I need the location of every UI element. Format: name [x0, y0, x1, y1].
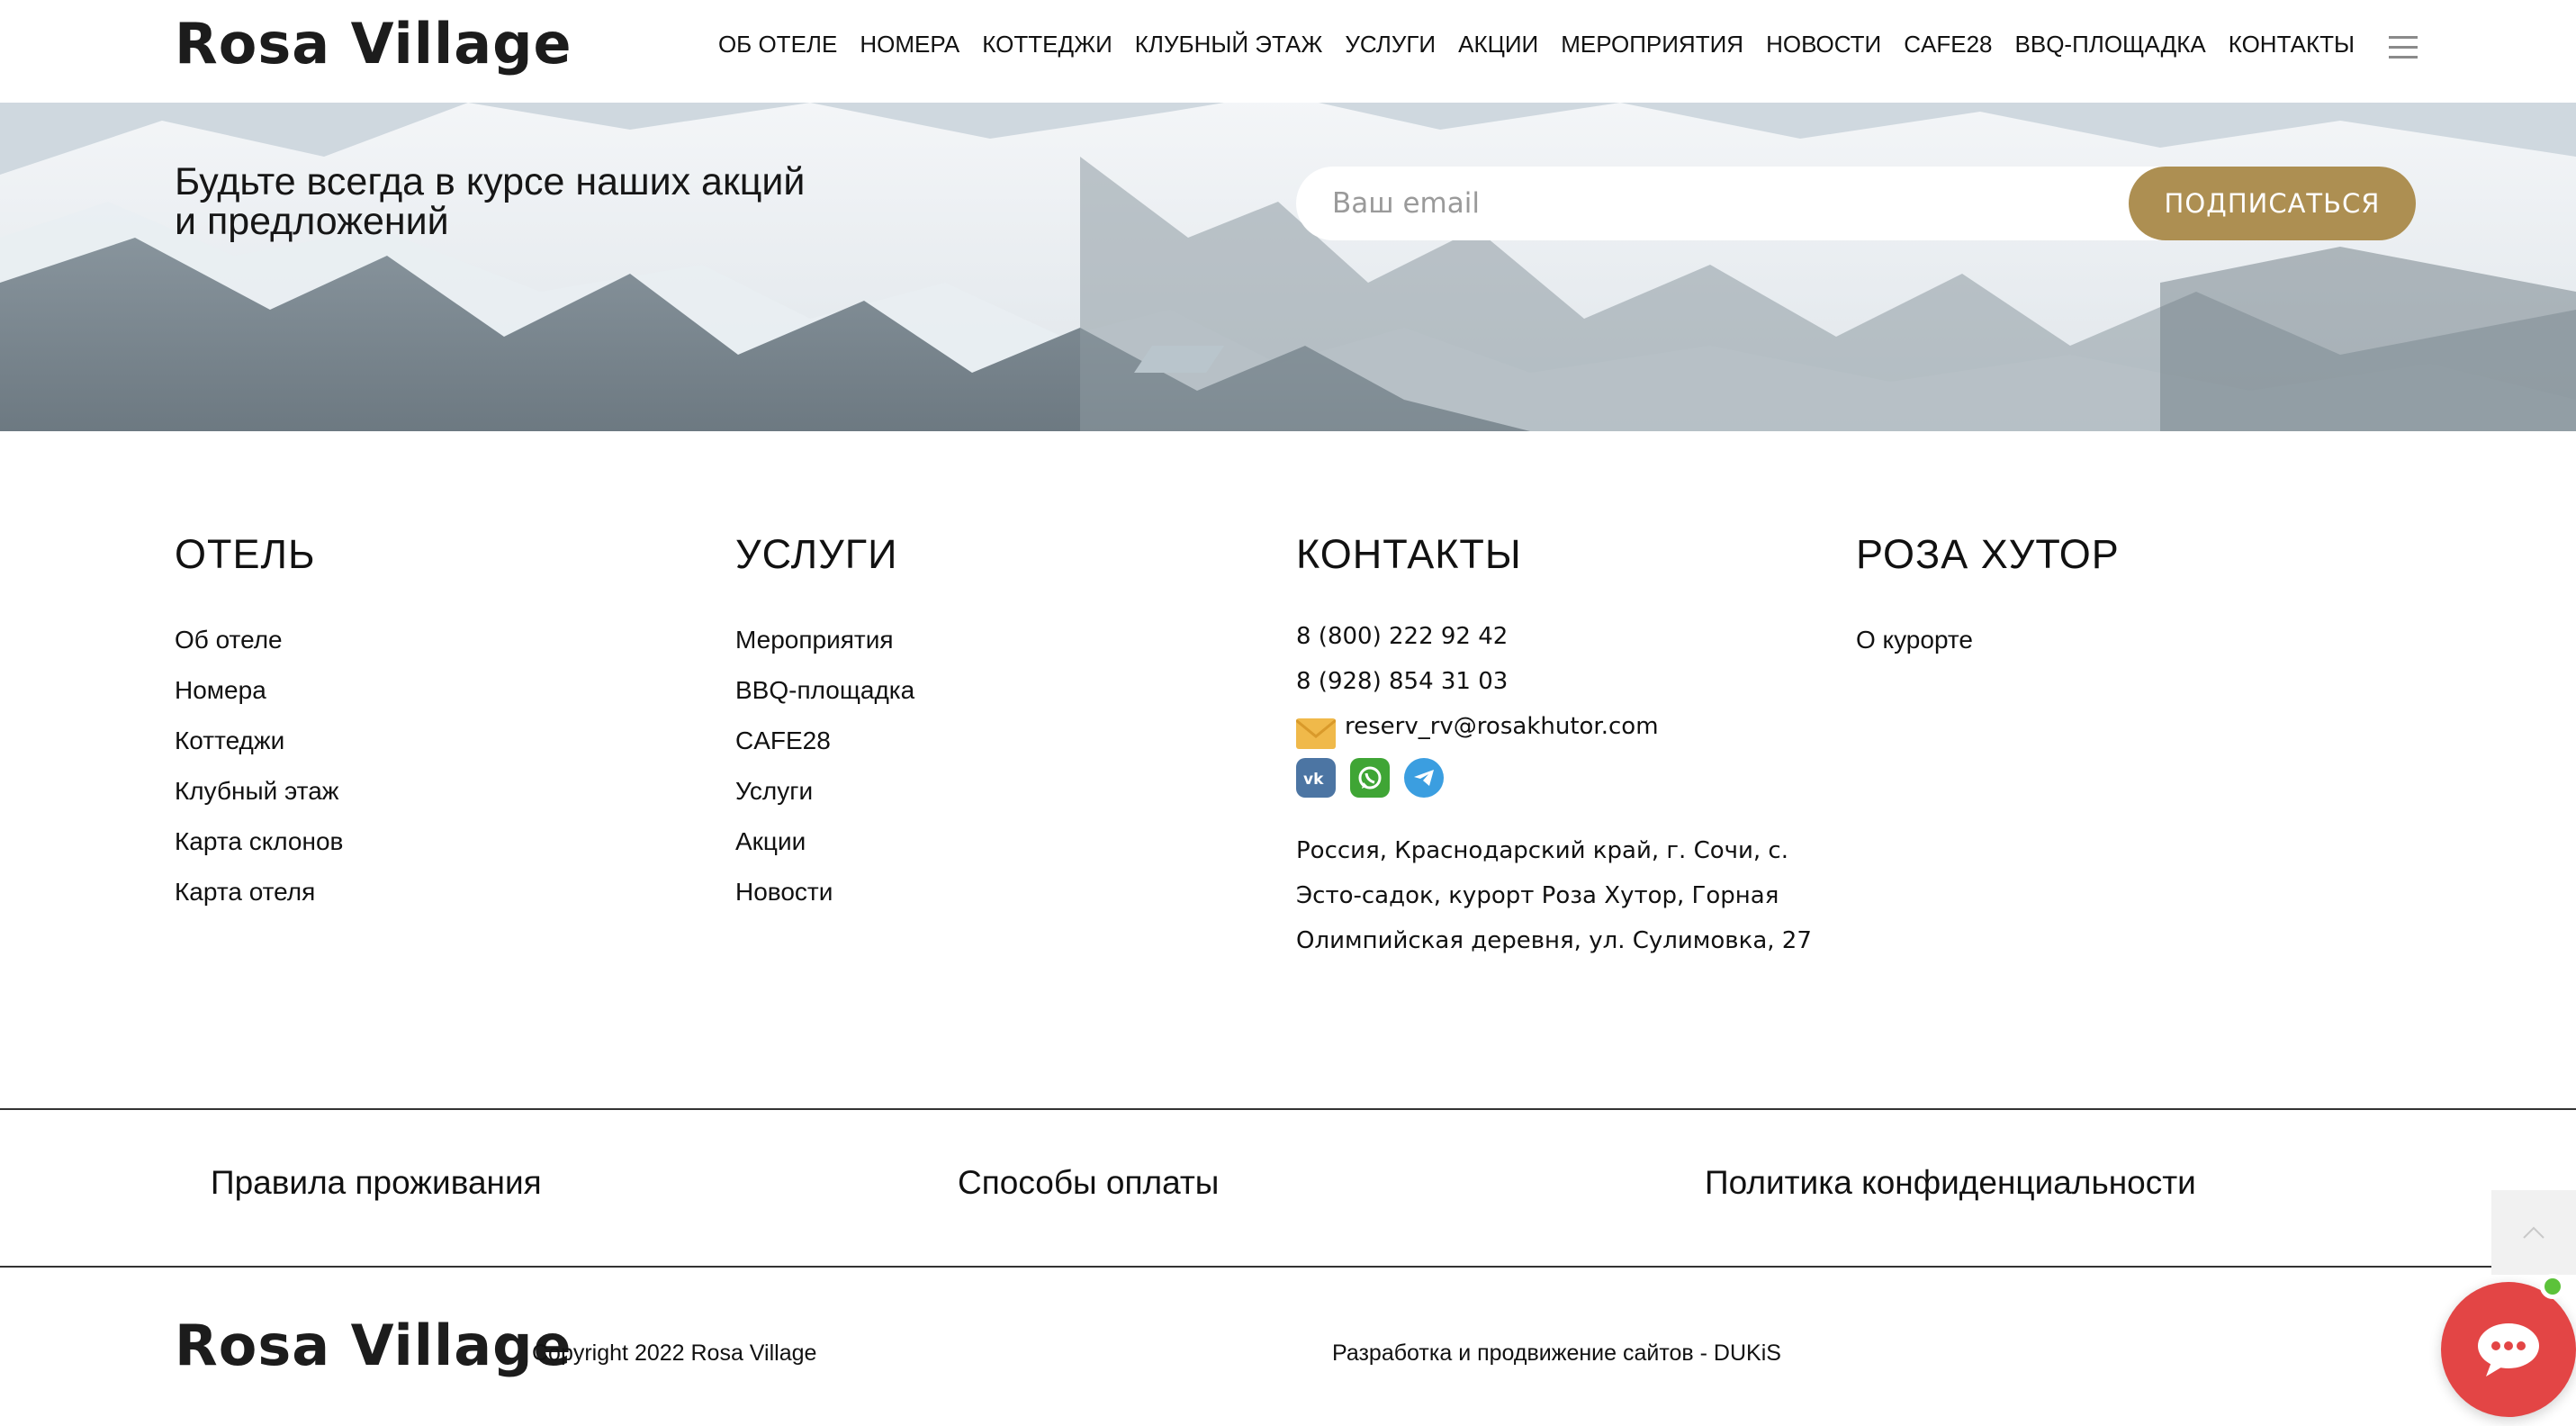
footer-column-rosa-khutor: РОЗА ХУТОР О курорте [1856, 531, 2120, 675]
phone-2[interactable]: 8 (928) 854 31 03 [1296, 666, 1854, 711]
footer-link-cottages[interactable]: Коттеджи [175, 726, 343, 776]
nav-item-rooms[interactable]: НОМЕРА [860, 31, 959, 59]
nav-item-promotions[interactable]: АКЦИИ [1458, 31, 1538, 59]
hotel-links: Об отеле Номера Коттеджи Клубный этаж Ка… [175, 625, 343, 927]
legal-bar: Правила проживания Способы оплаты Полити… [0, 1108, 2576, 1268]
subscribe-title-line2: и предложений [175, 200, 449, 243]
footer-link-club-floor[interactable]: Клубный этаж [175, 776, 343, 826]
phone-1[interactable]: 8 (800) 222 92 42 [1296, 621, 1854, 666]
footer-link-services[interactable]: Услуги [735, 776, 914, 826]
footer-link-rooms[interactable]: Номера [175, 675, 343, 726]
nav-item-services[interactable]: УСЛУГИ [1345, 31, 1436, 59]
subscribe-button[interactable]: ПОДПИСАТЬСЯ [2129, 167, 2416, 240]
developer-link[interactable]: Разработка и продвижение сайтов - DUKiS [1332, 1340, 1781, 1367]
mountains-background [0, 103, 2576, 431]
nav-item-news[interactable]: НОВОСТИ [1766, 31, 1881, 59]
footer-link-cafe28[interactable]: CAFE28 [735, 726, 914, 776]
hamburger-icon[interactable] [2389, 36, 2418, 59]
copyright-text: Copyright 2022 Rosa Village [532, 1340, 817, 1366]
footer-link-hotel-map[interactable]: Карта отеля [175, 877, 343, 927]
subscribe-banner: Будьте всегда в курсе наших акций и пред… [0, 103, 2576, 431]
scroll-top-button[interactable] [2491, 1190, 2576, 1275]
site-logo[interactable]: Rosa Village [175, 11, 572, 77]
nav-item-cafe28[interactable]: CAFE28 [1904, 31, 1992, 59]
payment-methods-link[interactable]: Способы оплаты [958, 1164, 1219, 1202]
chat-button[interactable] [2441, 1282, 2576, 1417]
footer-column-services: УСЛУГИ Мероприятия BBQ-площадка CAFE28 У… [735, 531, 914, 927]
email-input[interactable] [1332, 167, 2106, 240]
footer-logo[interactable]: Rosa Village [175, 1313, 572, 1378]
social-links: vk [1296, 758, 1854, 798]
footer-link-promotions[interactable]: Акции [735, 826, 914, 877]
email-link[interactable]: reserv_rv@rosakhutor.com [1345, 711, 1659, 756]
footer-link-bbq[interactable]: BBQ-площадка [735, 675, 914, 726]
column-title-services: УСЛУГИ [735, 531, 898, 577]
column-title-rosa-khutor: РОЗА ХУТОР [1856, 531, 2120, 577]
footer-link-about[interactable]: Об отеле [175, 625, 343, 675]
footer-link-resort[interactable]: О курорте [1856, 625, 2120, 675]
site-header: Rosa Village ОБ ОТЕЛЕ НОМЕРА КОТТЕДЖИ КЛ… [0, 0, 2576, 103]
chevron-up-icon [2523, 1226, 2544, 1239]
nav-item-events[interactable]: МЕРОПРИЯТИЯ [1561, 31, 1743, 59]
hotel-address: Россия, Краснодарский край, г. Сочи, с. … [1296, 837, 1812, 954]
subscribe-title: Будьте всегда в курсе наших акций и пред… [175, 162, 877, 241]
nav-item-club-floor[interactable]: КЛУБНЫЙ ЭТАЖ [1135, 31, 1323, 59]
online-status-dot [2540, 1274, 2565, 1299]
nav-item-about[interactable]: ОБ ОТЕЛЕ [718, 31, 837, 59]
email-row: reserv_rv@rosakhutor.com [1296, 711, 1854, 756]
rosa-links: О курорте [1856, 625, 2120, 675]
footer-link-events[interactable]: Мероприятия [735, 625, 914, 675]
footer-column-hotel: ОТЕЛЬ Об отеле Номера Коттеджи Клубный э… [175, 531, 343, 927]
nav-item-bbq[interactable]: BBQ-ПЛОЩАДКА [2015, 31, 2206, 59]
living-rules-link[interactable]: Правила проживания [211, 1164, 542, 1202]
telegram-icon[interactable] [1404, 758, 1444, 798]
column-title-hotel: ОТЕЛЬ [175, 531, 316, 577]
subscribe-title-line1: Будьте всегда в курсе наших акций [175, 160, 806, 203]
nav-item-contacts[interactable]: КОНТАКТЫ [2229, 31, 2355, 59]
main-nav: ОБ ОТЕЛЕ НОМЕРА КОТТЕДЖИ КЛУБНЫЙ ЭТАЖ УС… [696, 31, 2355, 59]
chat-bubble-icon [2478, 1323, 2539, 1376]
footer-link-news[interactable]: Новости [735, 877, 914, 927]
footer-column-contacts: КОНТАКТЫ 8 (800) 222 92 42 8 (928) 854 3… [1296, 531, 1854, 963]
nav-item-cottages[interactable]: КОТТЕДЖИ [982, 31, 1112, 59]
column-title-contacts: КОНТАКТЫ [1296, 531, 1522, 577]
privacy-policy-link[interactable]: Политика конфиденциальности [1705, 1164, 2196, 1202]
svg-text:vk: vk [1303, 771, 1324, 787]
envelope-icon [1296, 718, 1336, 749]
whatsapp-icon[interactable] [1350, 758, 1390, 798]
vk-icon[interactable]: vk [1296, 758, 1336, 798]
services-links: Мероприятия BBQ-площадка CAFE28 Услуги А… [735, 625, 914, 927]
contacts-block: 8 (800) 222 92 42 8 (928) 854 31 03 rese… [1296, 621, 1854, 963]
footer-link-slopes-map[interactable]: Карта склонов [175, 826, 343, 877]
